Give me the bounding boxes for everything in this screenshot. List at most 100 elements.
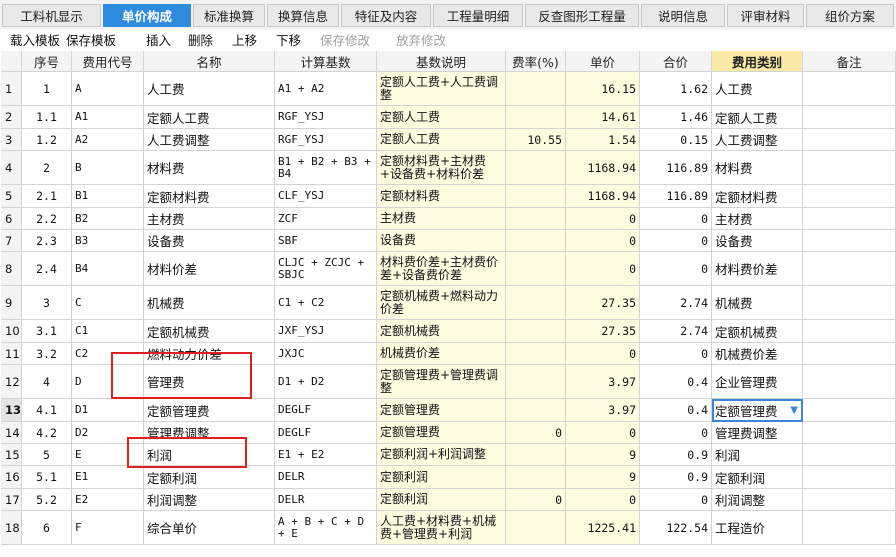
name-cell[interactable]: 定额管理费 [144,399,275,422]
column-header-seq[interactable]: 序号 [22,51,72,72]
amount-cell[interactable]: 122.54 [640,511,712,545]
remark-cell[interactable] [803,185,896,208]
fee-category-cell[interactable]: 人工费 [712,72,803,106]
fee-code-cell[interactable]: E2 [72,489,144,511]
unit-price-cell[interactable]: 9 [566,466,640,489]
base-description-cell[interactable]: 定额利润+利润调整 [377,444,506,466]
amount-cell[interactable]: 0.9 [640,466,712,489]
remark-cell[interactable] [803,444,896,466]
amount-cell[interactable]: 0 [640,489,712,511]
unit-price-cell[interactable]: 1168.94 [566,151,640,185]
name-cell[interactable]: 管理费调整 [144,422,275,444]
rate-cell[interactable] [506,343,566,365]
calc-base-cell[interactable]: DEGLF [275,399,377,422]
fee-code-cell[interactable]: B1 [72,185,144,208]
fee-code-cell[interactable]: C [72,286,144,320]
name-cell[interactable]: 设备费 [144,230,275,252]
rate-cell[interactable] [506,466,566,489]
fee-category-cell[interactable]: 机械费 [712,286,803,320]
rate-cell[interactable] [506,365,566,399]
rate-cell[interactable]: 0 [506,489,566,511]
seq-cell[interactable]: 2.4 [22,252,72,286]
fee-code-cell[interactable]: D1 [72,399,144,422]
fee-category-cell[interactable]: 管理费调整 [712,422,803,444]
unit-price-cell[interactable]: 0 [566,208,640,230]
unit-price-cell[interactable]: 0 [566,422,640,444]
move-down-button[interactable]: 下移 [276,32,301,49]
column-header-amount[interactable]: 合价 [640,51,712,72]
base-description-cell[interactable]: 材料费价差+主材费价差+设备费价差 [377,252,506,286]
fee-code-cell[interactable]: A2 [72,129,144,151]
calc-base-cell[interactable]: CLJC + ZCJC + SBJC [275,252,377,286]
remark-cell[interactable] [803,252,896,286]
unit-price-cell[interactable]: 14.61 [566,106,640,129]
base-description-cell[interactable]: 定额材料费+主材费+设备费+材料价差 [377,151,506,185]
fee-category-cell[interactable]: 定额利润 [712,466,803,489]
save-changes-button[interactable]: 保存修改 [320,32,370,49]
remark-cell[interactable] [803,343,896,365]
seq-cell[interactable]: 4 [22,365,72,399]
column-header-fee-category[interactable]: 费用类别 [712,51,803,72]
unit-price-cell[interactable]: 27.35 [566,286,640,320]
fee-code-cell[interactable]: E1 [72,466,144,489]
base-description-cell[interactable]: 定额管理费 [377,422,506,444]
rate-cell[interactable]: 0 [506,422,566,444]
seq-cell[interactable]: 4.1 [22,399,72,422]
name-cell[interactable]: 定额人工费 [144,106,275,129]
seq-cell[interactable]: 1 [22,72,72,106]
tab-1[interactable]: 单价构成 [103,4,191,27]
seq-cell[interactable]: 2.2 [22,208,72,230]
remark-cell[interactable] [803,151,896,185]
calc-base-cell[interactable]: A + B + C + D + E [275,511,377,545]
fee-category-cell[interactable]: 定额人工费 [712,106,803,129]
unit-price-cell[interactable]: 0 [566,230,640,252]
seq-cell[interactable]: 5 [22,444,72,466]
fee-category-cell[interactable]: 定额管理费 ▼ [712,399,803,422]
remark-cell[interactable] [803,320,896,343]
calc-base-cell[interactable]: RGF_YSJ [275,129,377,151]
fee-category-cell[interactable]: 企业管理费 [712,365,803,399]
amount-cell[interactable]: 0 [640,208,712,230]
name-cell[interactable]: 综合单价 [144,511,275,545]
tab-0[interactable]: 工料机显示 [2,4,101,27]
seq-cell[interactable]: 5.1 [22,466,72,489]
tab-2[interactable]: 标准换算 [193,4,265,27]
discard-changes-button[interactable]: 放弃修改 [396,32,446,49]
calc-base-cell[interactable]: JXF_YSJ [275,320,377,343]
unit-price-cell[interactable]: 3.97 [566,365,640,399]
calc-base-cell[interactable]: RGF_YSJ [275,106,377,129]
amount-cell[interactable]: 0 [640,252,712,286]
calc-base-cell[interactable]: D1 + D2 [275,365,377,399]
calc-base-cell[interactable]: C1 + C2 [275,286,377,320]
seq-cell[interactable]: 2 [22,151,72,185]
base-description-cell[interactable]: 定额利润 [377,466,506,489]
unit-price-cell[interactable]: 0 [566,489,640,511]
column-header-base-description[interactable]: 基数说明 [377,51,506,72]
unit-price-cell[interactable]: 1.54 [566,129,640,151]
calc-base-cell[interactable]: DELR [275,489,377,511]
base-description-cell[interactable]: 定额管理费 [377,399,506,422]
amount-cell[interactable]: 116.89 [640,151,712,185]
remark-cell[interactable] [803,208,896,230]
tab-6[interactable]: 反查图形工程量 [525,4,639,27]
tab-5[interactable]: 工程量明细 [433,4,523,27]
seq-cell[interactable]: 1.1 [22,106,72,129]
remark-cell[interactable] [803,511,896,545]
name-cell[interactable]: 定额机械费 [144,320,275,343]
name-cell[interactable]: 主材费 [144,208,275,230]
rate-cell[interactable] [506,151,566,185]
remark-cell[interactable] [803,230,896,252]
column-header-name[interactable]: 名称 [144,51,275,72]
fee-code-cell[interactable]: A [72,72,144,106]
name-cell[interactable]: 燃料动力价差 [144,343,275,365]
column-header-fee-code[interactable]: 费用代号 [72,51,144,72]
fee-code-cell[interactable]: D2 [72,422,144,444]
fee-category-cell[interactable]: 定额机械费 [712,320,803,343]
fee-code-cell[interactable]: D [72,365,144,399]
amount-cell[interactable]: 0 [640,230,712,252]
base-description-cell[interactable]: 定额材料费 [377,185,506,208]
unit-price-cell[interactable]: 27.35 [566,320,640,343]
rate-cell[interactable] [506,230,566,252]
seq-cell[interactable]: 4.2 [22,422,72,444]
base-description-cell[interactable]: 定额利润 [377,489,506,511]
